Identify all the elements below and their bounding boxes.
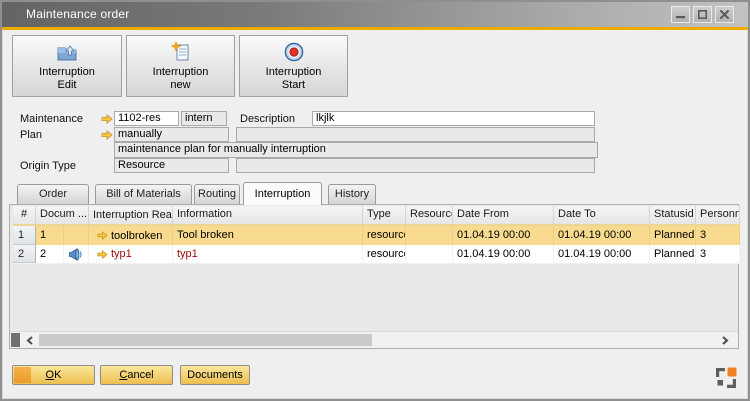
information-cell[interactable]: typ1	[173, 245, 363, 263]
resource-cell[interactable]	[406, 245, 453, 263]
minimize-button[interactable]	[671, 6, 690, 23]
tab-interruption[interactable]: Interruption	[243, 182, 322, 205]
personnel-cell[interactable]: 3	[696, 226, 740, 245]
link-arrow-icon[interactable]	[97, 230, 108, 241]
tab-bill-of-materials[interactable]: Bill of Materials	[95, 184, 192, 205]
interruption-table: # Docum ... Interruption Reaso Informati…	[13, 206, 740, 264]
reason-text: toolbroken	[111, 227, 162, 245]
table-row[interactable]: 2 2 typ1 typ1 resource	[13, 245, 740, 264]
plan-field: manually	[114, 127, 229, 142]
record-start-icon	[284, 42, 304, 62]
maximize-icon	[698, 10, 707, 19]
plan-description-field: maintenance plan for manually interrupti…	[114, 142, 598, 158]
maintenance-type-field: intern	[181, 111, 227, 126]
cancel-button[interactable]: Cancel	[100, 365, 173, 385]
reason-cell[interactable]: typ1	[89, 245, 173, 263]
information-cell[interactable]: Tool broken	[173, 226, 363, 245]
origin-type-label: Origin Type	[20, 160, 76, 172]
accent-bar	[2, 27, 748, 30]
scrollbar-thumb[interactable]	[39, 334, 372, 346]
megaphone-icon	[68, 248, 84, 261]
personnel-cell[interactable]: 3	[696, 245, 740, 263]
type-cell[interactable]: resource	[363, 245, 406, 263]
resource-cell[interactable]	[406, 226, 453, 245]
scroll-right-button[interactable]	[719, 334, 731, 346]
title-bar[interactable]: Maintenance order	[2, 2, 748, 27]
ok-button[interactable]: OK	[12, 365, 95, 385]
minimize-icon	[676, 10, 685, 19]
chevron-right-icon	[722, 336, 729, 345]
close-icon	[720, 10, 729, 19]
col-header-statusid[interactable]: Statusid	[650, 206, 696, 224]
maintenance-link-arrow-icon[interactable]	[101, 113, 113, 125]
window-title: Maintenance order	[26, 7, 129, 21]
documents-label: Documents	[187, 369, 243, 381]
documents-button[interactable]: Documents	[180, 365, 250, 385]
scrollbar-splitter-handle[interactable]	[11, 333, 20, 347]
date-from-cell[interactable]: 01.04.19 00:00	[453, 245, 554, 263]
col-header-date-to[interactable]: Date To	[554, 206, 650, 224]
col-header-type[interactable]: Type	[363, 206, 406, 224]
row-number-cell[interactable]: 1	[13, 226, 36, 245]
interruption-edit-label-line1: Interruption	[39, 66, 95, 79]
alert-icon-cell	[64, 245, 89, 263]
plan-extra-field	[236, 127, 595, 142]
interruption-edit-button[interactable]: Interruption Edit	[12, 35, 122, 97]
interruption-new-label-line2: new	[153, 79, 209, 92]
tab-history[interactable]: History	[328, 184, 376, 205]
statusid-cell[interactable]: Planned	[650, 226, 696, 245]
interruption-start-label-line2: Start	[266, 79, 322, 92]
date-to-cell[interactable]: 01.04.19 00:00	[554, 226, 650, 245]
ok-default-strip	[14, 367, 31, 383]
maintenance-label: Maintenance	[20, 113, 83, 125]
col-header-personnel[interactable]: Personn	[696, 206, 740, 224]
type-cell[interactable]: resource	[363, 226, 406, 245]
col-header-information[interactable]: Information	[173, 206, 363, 224]
folder-edit-icon	[56, 42, 78, 62]
maintenance-order-window: Maintenance order Interruption Edit	[0, 0, 750, 401]
interruption-start-label-line1: Interruption	[266, 66, 322, 79]
description-label: Description	[240, 113, 295, 125]
link-arrow-icon[interactable]	[97, 249, 108, 260]
new-document-icon	[170, 42, 192, 62]
alert-icon-cell	[64, 226, 89, 245]
col-header-resource[interactable]: Resource	[406, 206, 453, 224]
description-field[interactable]: lkjlk	[312, 111, 595, 126]
interruption-edit-label-line2: Edit	[39, 79, 95, 92]
tab-routing[interactable]: Routing	[194, 184, 240, 205]
maximize-button[interactable]	[693, 6, 712, 23]
statusid-cell[interactable]: Planned	[650, 245, 696, 263]
interruption-new-label-line1: Interruption	[153, 66, 209, 79]
date-from-cell[interactable]: 01.04.19 00:00	[453, 226, 554, 245]
interruption-grid-panel: # Docum ... Interruption Reaso Informati…	[9, 204, 739, 349]
table-header-row[interactable]: # Docum ... Interruption Reaso Informati…	[13, 206, 740, 226]
plan-label: Plan	[20, 129, 42, 141]
chevron-left-icon	[26, 336, 33, 345]
maintenance-code-field[interactable]: 1102-res	[114, 111, 179, 126]
resize-grip-icon[interactable]	[714, 366, 738, 390]
scroll-left-button[interactable]	[23, 334, 35, 346]
tab-order[interactable]: Order	[17, 184, 89, 205]
close-button[interactable]	[715, 6, 734, 23]
cancel-label-rest: ancel	[127, 369, 153, 381]
horizontal-scrollbar[interactable]	[10, 331, 738, 348]
origin-type-field: Resource	[114, 158, 229, 173]
interruption-new-button[interactable]: Interruption new	[126, 35, 235, 97]
origin-type-extra-field	[236, 158, 595, 173]
interruption-start-button[interactable]: Interruption Start	[239, 35, 348, 97]
reason-text: typ1	[111, 245, 132, 263]
ok-label-rest: K	[54, 369, 61, 381]
plan-link-arrow-icon[interactable]	[101, 129, 113, 141]
col-header-date-from[interactable]: Date From	[453, 206, 554, 224]
row-number-cell[interactable]: 2	[13, 245, 36, 263]
col-header-document[interactable]: Docum ...	[36, 206, 89, 224]
col-header-reason[interactable]: Interruption Reaso	[89, 206, 173, 224]
date-to-cell[interactable]: 01.04.19 00:00	[554, 245, 650, 263]
col-header-num[interactable]: #	[13, 206, 36, 224]
ok-label-mnemonic: O	[46, 369, 55, 381]
reason-cell[interactable]: toolbroken	[89, 226, 173, 245]
table-row[interactable]: 1 1 toolbroken Tool broken resource 01.0…	[13, 226, 740, 245]
document-cell[interactable]: 1	[36, 226, 64, 245]
document-cell[interactable]: 2	[36, 245, 64, 263]
